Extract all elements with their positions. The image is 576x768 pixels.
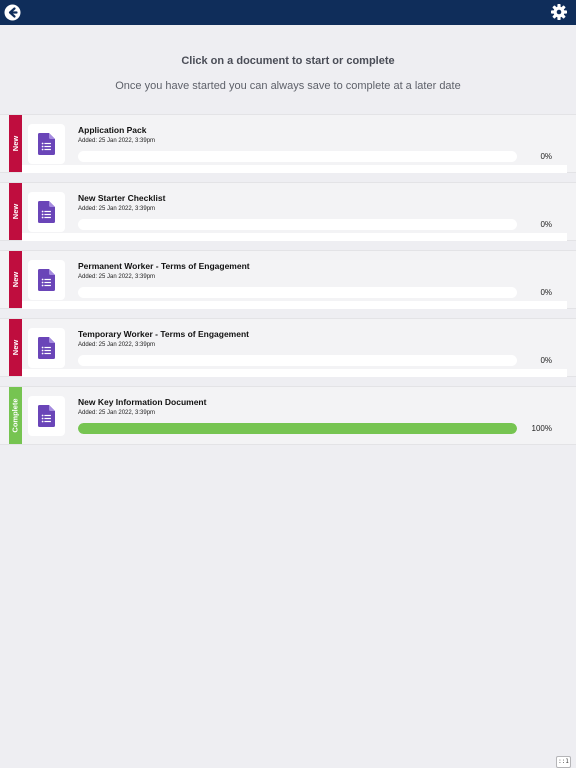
document-row[interactable]: New Temporary Worker - Terms of Engageme… <box>0 318 576 377</box>
document-icon-box <box>28 192 65 232</box>
document-list: New Application Pack Added: 25 Jan 2022,… <box>0 114 576 454</box>
progress-percentage: 0% <box>540 356 552 365</box>
status-tab: Complete <box>9 387 22 444</box>
status-label: Complete <box>11 398 21 433</box>
document-icon-box <box>28 260 65 300</box>
gear-icon <box>551 4 567 20</box>
document-title[interactable]: Permanent Worker - Terms of Engagement <box>78 261 250 271</box>
status-tab: New <box>9 251 22 308</box>
document-row[interactable]: New Permanent Worker - Terms of Engageme… <box>0 250 576 309</box>
status-label: New <box>11 271 21 288</box>
status-tab: New <box>9 115 22 172</box>
document-row[interactable]: New New Starter Checklist Added: 25 Jan … <box>0 182 576 241</box>
document-row[interactable]: Complete New Key Information Document Ad… <box>0 386 576 445</box>
progress-percentage: 0% <box>540 220 552 229</box>
document-title[interactable]: New Starter Checklist <box>78 193 165 203</box>
google-forms-icon <box>38 133 55 155</box>
document-added-date: Added: 25 Jan 2022, 3:39pm <box>78 342 156 348</box>
settings-button[interactable] <box>551 4 567 20</box>
progress-percentage: 100% <box>531 424 552 433</box>
google-forms-icon <box>38 269 55 291</box>
page-heading: Click on a document to start or complete <box>181 55 395 67</box>
document-row[interactable]: New Application Pack Added: 25 Jan 2022,… <box>0 114 576 173</box>
corner-badge: ::1 <box>556 756 571 768</box>
progress-bar <box>78 423 517 434</box>
status-label: New <box>11 135 21 152</box>
page-subheading: Once you have started you can always sav… <box>115 80 461 92</box>
progress-percentage: 0% <box>540 152 552 161</box>
document-added-date: Added: 25 Jan 2022, 3:39pm <box>78 206 156 212</box>
progress-fill <box>78 423 517 434</box>
document-added-date: Added: 25 Jan 2022, 3:39pm <box>78 274 156 280</box>
google-forms-icon <box>38 405 55 427</box>
document-added-date: Added: 25 Jan 2022, 3:39pm <box>78 138 156 144</box>
top-bar <box>0 0 576 25</box>
document-added-date: Added: 25 Jan 2022, 3:39pm <box>78 410 156 416</box>
back-arrow-icon <box>4 4 21 21</box>
status-tab: New <box>9 319 22 376</box>
document-title[interactable]: Application Pack <box>78 125 147 135</box>
document-icon-box <box>28 396 65 436</box>
status-tab: New <box>9 183 22 240</box>
document-icon-box <box>28 328 65 368</box>
document-title[interactable]: New Key Information Document <box>78 397 206 407</box>
progress-bar <box>78 287 517 298</box>
document-icon-box <box>28 124 65 164</box>
progress-bar <box>78 355 517 366</box>
back-button[interactable] <box>4 4 21 21</box>
google-forms-icon <box>38 337 55 359</box>
google-forms-icon <box>38 201 55 223</box>
document-title[interactable]: Temporary Worker - Terms of Engagement <box>78 329 249 339</box>
progress-bar <box>78 151 517 162</box>
status-label: New <box>11 339 21 356</box>
progress-percentage: 0% <box>540 288 552 297</box>
status-label: New <box>11 203 21 220</box>
progress-bar <box>78 219 517 230</box>
